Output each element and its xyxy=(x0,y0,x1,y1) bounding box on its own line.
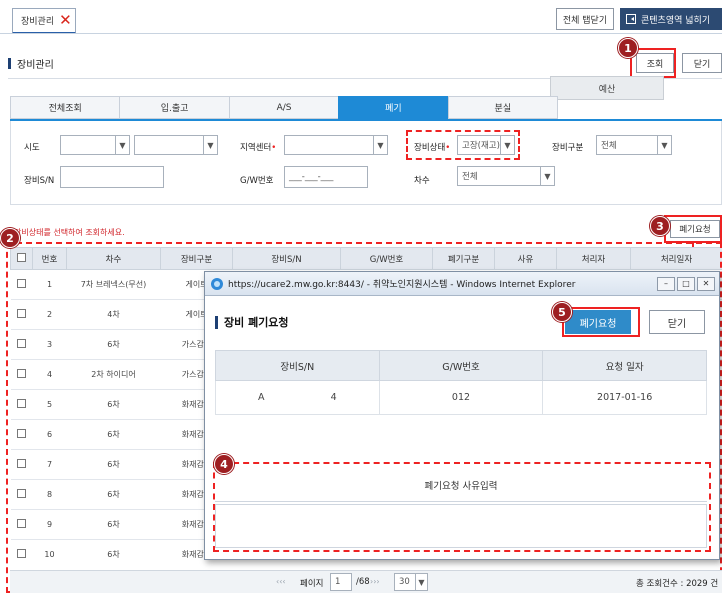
tab-lost[interactable]: 분실 xyxy=(447,96,559,119)
sn-part: 4 xyxy=(330,392,337,403)
chevron-down-icon: ▼ xyxy=(203,136,217,154)
col-header: 요청 일자 xyxy=(542,350,707,381)
popup-equipment-table: 장비S/N G/W번호 요청 일자 A 4 012 2017-01-16 xyxy=(215,350,707,415)
tab-all[interactable]: 전체조회 xyxy=(10,96,120,119)
tab-label: 장비관리 xyxy=(21,17,55,27)
tab-in-out[interactable]: 입.출고 xyxy=(119,96,229,119)
page-label: 페이지 xyxy=(300,579,324,589)
page-size-value: 30 xyxy=(399,577,410,587)
chevron-down-icon: ▼ xyxy=(373,136,387,154)
popup-heading-text: 장비 폐기요청 xyxy=(224,316,289,329)
annotation-badge-1: 1 xyxy=(618,38,638,58)
sn-cell: A 4 xyxy=(215,380,380,415)
region-label: 지역센터• xyxy=(240,143,277,153)
total-count: 총 조회건수 : 2029 건 xyxy=(636,579,719,589)
annotation-box-5 xyxy=(562,307,640,337)
popup-title-bar: https://ucare2.mw.go.kr:8443/ - 취약노인지원시스… xyxy=(205,272,719,296)
tab-disposal[interactable]: 폐기 xyxy=(338,96,448,119)
sigungu-select[interactable]: ▼ xyxy=(134,135,218,155)
chevron-down-icon: ▼ xyxy=(657,136,671,154)
table-row: A 4 012 2017-01-16 xyxy=(215,380,707,415)
popup-window-title: https://ucare2.mw.go.kr:8443/ - 취약노인지원시스… xyxy=(228,280,576,290)
gw-cell: 012 xyxy=(378,380,544,415)
category-tabs: 전체조회 입.출고 A/S 폐기 분실 xyxy=(10,96,559,119)
sn-part: A xyxy=(258,392,265,403)
round-select[interactable]: 전체 ▼ xyxy=(457,166,555,186)
gw-label: G/W번호 xyxy=(240,176,274,186)
budget-tooltip: 예산 xyxy=(550,76,664,100)
sn-label: 장비S/N xyxy=(24,176,55,186)
popup-close-button[interactable]: 닫기 xyxy=(649,310,705,334)
chevron-down-icon: ▼ xyxy=(540,167,554,185)
filter-panel xyxy=(10,121,722,205)
sido-label: 시도 xyxy=(24,143,40,153)
title-bar-marker xyxy=(8,58,11,69)
annotation-badge-4: 4 xyxy=(214,454,234,474)
tab-as[interactable]: A/S xyxy=(228,96,339,119)
col-header: 장비S/N xyxy=(215,350,380,381)
popup-heading: 장비 폐기요청 xyxy=(215,314,289,330)
window-close-icon[interactable]: ✕ xyxy=(697,276,715,291)
widen-content-label: 콘텐츠영역 넓히기 xyxy=(641,15,711,26)
disposal-request-popup: https://ucare2.mw.go.kr:8443/ - 취약노인지원시스… xyxy=(204,271,720,560)
annotation-box-3 xyxy=(664,215,722,243)
type-select[interactable]: 전체 ▼ xyxy=(596,135,672,155)
annotation-badge-3: 3 xyxy=(650,216,670,236)
sn-input[interactable] xyxy=(60,166,164,188)
prev-page-icon[interactable]: ‹‹‹ xyxy=(276,577,286,586)
type-select-value: 전체 xyxy=(601,141,617,151)
page-title-text: 장비관리 xyxy=(17,60,54,71)
round-select-value: 전체 xyxy=(462,172,478,182)
col-header: G/W번호 xyxy=(378,350,544,381)
close-all-tabs-button[interactable]: 전체 탭닫기 xyxy=(556,8,614,30)
type-label: 장비구분 xyxy=(552,143,584,153)
divider xyxy=(0,33,722,34)
annotation-reason-box xyxy=(213,462,711,552)
round-label: 차수 xyxy=(414,176,430,186)
widen-content-button[interactable]: 콘텐츠영역 넓히기 xyxy=(620,8,722,30)
expand-icon xyxy=(626,14,636,24)
annotation-status-box xyxy=(406,130,520,160)
chevron-down-icon: ▼ xyxy=(115,136,129,154)
date-cell: 2017-01-16 xyxy=(542,380,707,415)
browser-icon xyxy=(211,277,223,290)
chevron-down-icon: ▼ xyxy=(415,574,427,590)
page-size-select[interactable]: 30 ▼ xyxy=(394,573,428,591)
status-hint: 장비상태를 선택하여 조회하세요. xyxy=(14,228,125,237)
gw-input[interactable]: ___-___-___ xyxy=(284,166,368,188)
total-pages: /68 xyxy=(356,577,370,587)
page-input[interactable]: 1 xyxy=(330,573,352,591)
page-title: 장비관리 xyxy=(8,56,54,71)
next-page-icon[interactable]: ››› xyxy=(370,577,380,586)
close-button[interactable]: 닫기 xyxy=(682,53,722,73)
close-icon[interactable]: ✕ xyxy=(59,13,72,28)
annotation-badge-2: 2 xyxy=(0,228,20,248)
popup-table-header: 장비S/N G/W번호 요청 일자 xyxy=(215,350,707,381)
heading-marker xyxy=(215,315,218,329)
annotation-badge-5: 5 xyxy=(552,302,572,322)
maximize-icon[interactable]: □ xyxy=(677,276,695,291)
region-select[interactable]: ▼ xyxy=(284,135,388,155)
sido-select[interactable]: ▼ xyxy=(60,135,130,155)
tab-equipment-management[interactable]: 장비관리 ✕ xyxy=(12,8,76,34)
minimize-icon[interactable]: – xyxy=(657,276,675,291)
